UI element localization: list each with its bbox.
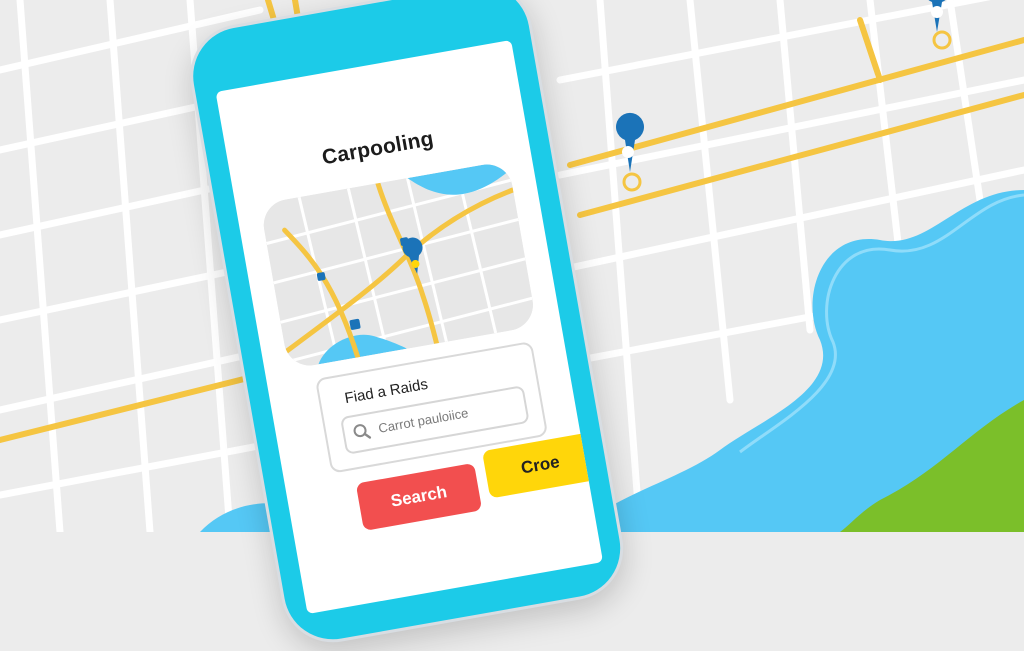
background-map bbox=[0, 0, 1024, 532]
